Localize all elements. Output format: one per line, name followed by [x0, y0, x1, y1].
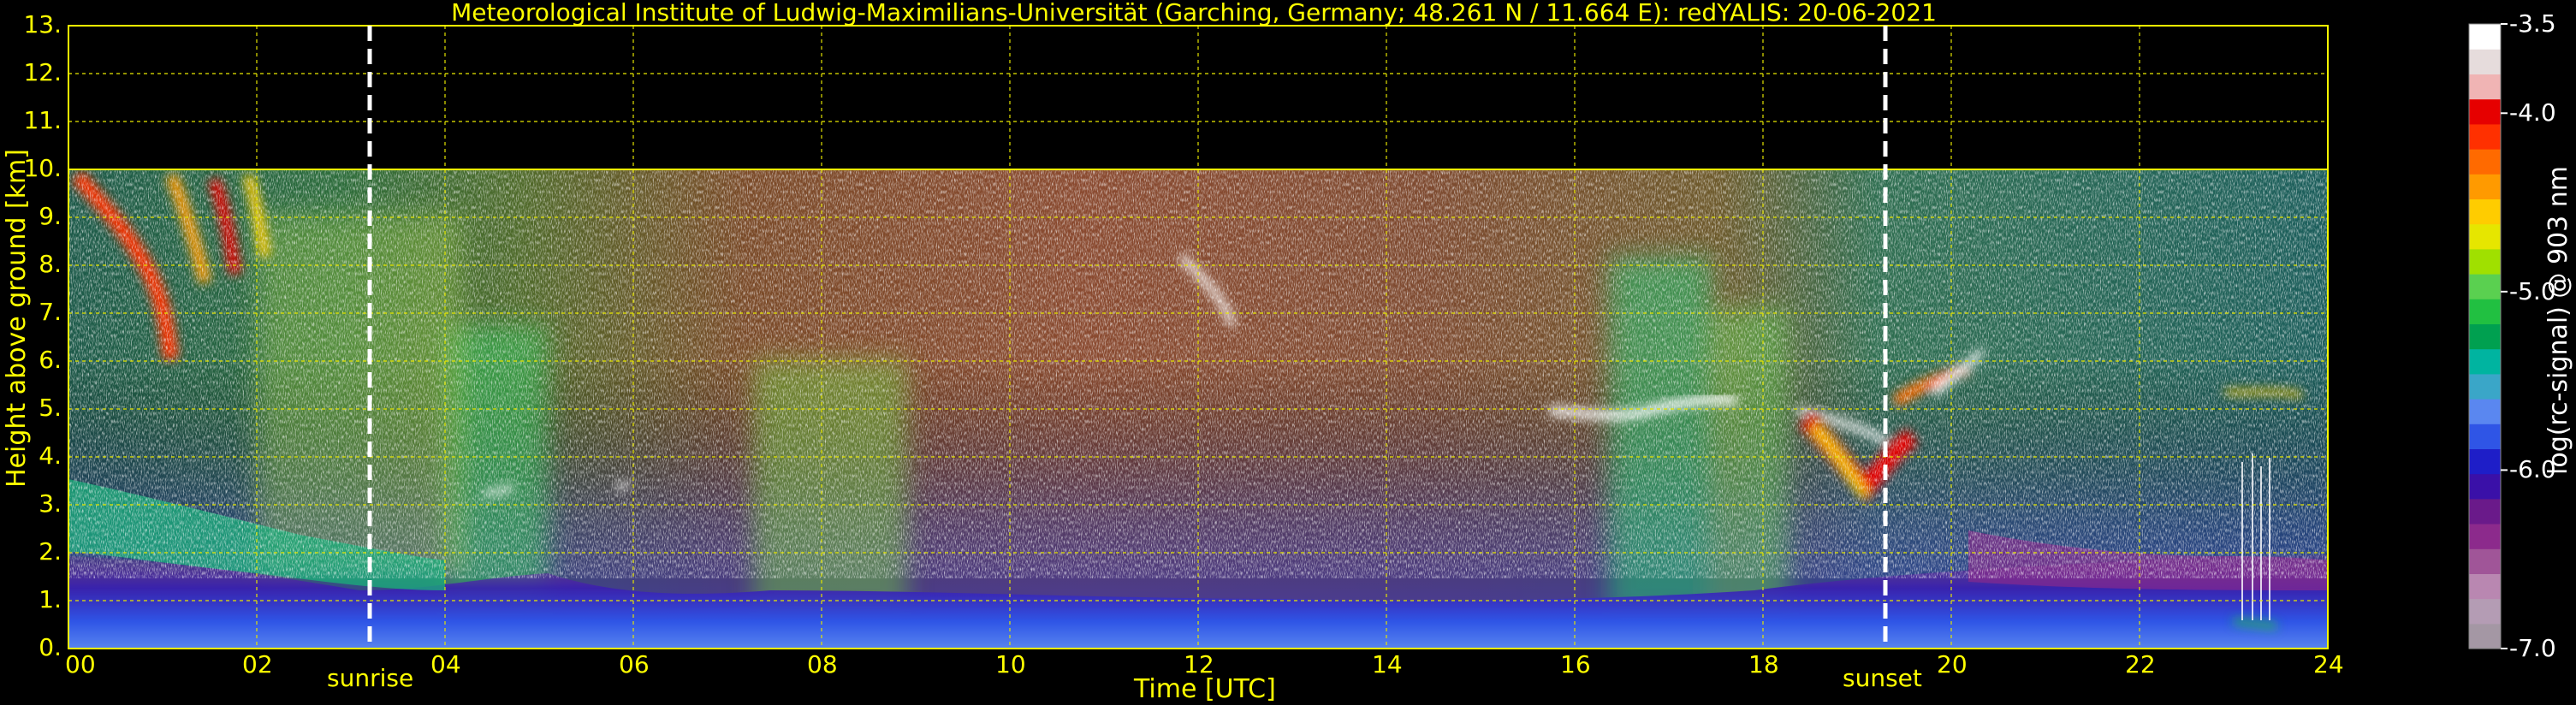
sunrise-label: sunrise [327, 664, 414, 692]
colorbar-segment [2469, 299, 2501, 324]
y-tick-label: 12. [23, 58, 62, 86]
x-tick-label: 18 [1748, 650, 1779, 678]
colorbar-segment [2469, 274, 2501, 299]
y-tick-label: 6. [39, 346, 62, 374]
chart-title: Meteorological Institute of Ludwig-Maxim… [451, 0, 1937, 27]
colorbar-segment [2469, 123, 2501, 150]
y-tick-label: 0. [39, 633, 62, 661]
colorbar-segment [2469, 98, 2501, 125]
x-tick-label: 22 [2125, 650, 2156, 678]
colorbar-label: log(rc-signal) @ 903 nm [2543, 166, 2573, 475]
x-tick-label: 08 [807, 650, 838, 678]
colorbar-segment [2469, 598, 2501, 625]
signal-noise [68, 169, 2328, 578]
x-tick-label: 04 [430, 650, 461, 678]
lidar-figure [68, 23, 2508, 649]
colorbar-segment [2469, 174, 2501, 199]
colorbar-segment [2469, 498, 2501, 524]
colorbar-tick-label: -3.5 [2509, 9, 2556, 38]
x-tick-label: 00 [65, 650, 96, 678]
y-tick-label: 3. [39, 489, 62, 518]
colorbar-segment [2469, 248, 2501, 275]
colorbar-tick-label: -4.0 [2509, 98, 2556, 127]
x-tick-label: 10 [995, 650, 1026, 678]
x-tick-label: 14 [1372, 650, 1403, 678]
colorbar-segment [2469, 473, 2501, 500]
colorbar-segment [2469, 149, 2501, 175]
colorbar-segment [2469, 198, 2501, 225]
y-tick-label: 9. [39, 202, 62, 230]
colorbar-segment [2469, 399, 2501, 424]
x-axis-label: Time [UTC] [1134, 674, 1276, 704]
y-tick-label: 8. [39, 250, 62, 278]
colorbar [2468, 23, 2508, 649]
x-tick-label: 20 [1937, 650, 1968, 678]
colorbar-tick-label: -7.0 [2509, 634, 2556, 662]
colorbar-segment [2469, 448, 2501, 475]
y-tick-label: 4. [39, 441, 62, 470]
y-axis-label: Height above ground [km] [2, 149, 32, 488]
colorbar-segment [2469, 49, 2501, 74]
colorbar-segment [2469, 573, 2501, 600]
y-tick-label: 1. [39, 585, 62, 613]
x-tick-label: 16 [1560, 650, 1591, 678]
colorbar-segment [2469, 74, 2501, 100]
y-tick-label: 7. [39, 298, 62, 326]
y-tick-label: 11. [23, 106, 62, 134]
colorbar-segment [2469, 548, 2501, 574]
colorbar-segment [2469, 223, 2501, 250]
colorbar-segment [2469, 424, 2501, 449]
colorbar-segment [2469, 373, 2501, 400]
x-tick-label: 02 [242, 650, 273, 678]
colorbar-segment [2469, 323, 2501, 350]
colorbar-segment [2469, 623, 2501, 649]
sunset-label: sunset [1843, 664, 1922, 692]
x-tick-label: 06 [619, 650, 650, 678]
colorbar-segment [2469, 24, 2501, 50]
y-tick-label: 13. [23, 10, 62, 39]
colorbar-segment [2469, 524, 2501, 549]
colorbar-segment [2469, 348, 2501, 375]
x-tick-label: 24 [2313, 650, 2344, 678]
y-tick-label: 2. [39, 537, 62, 566]
y-tick-label: 5. [39, 394, 62, 422]
